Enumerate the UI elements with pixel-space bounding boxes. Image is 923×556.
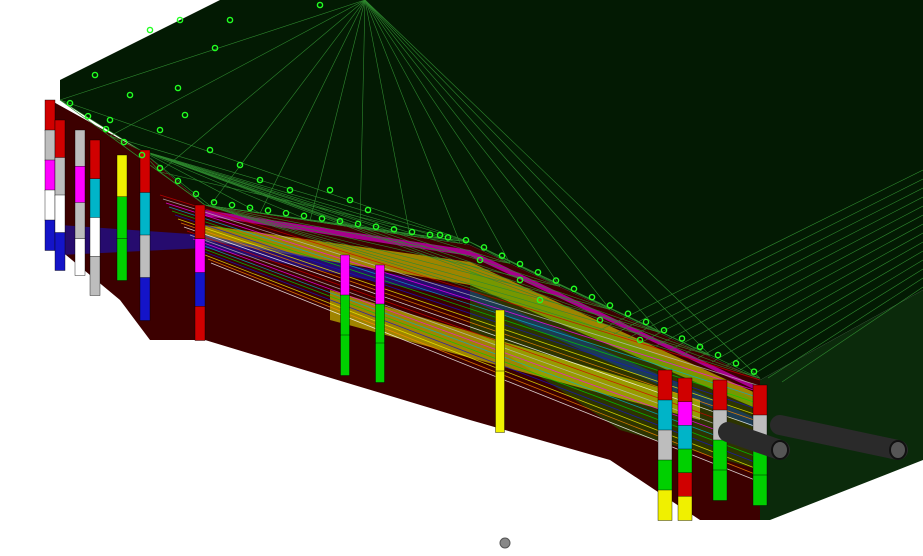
borehole-segment	[74, 202, 86, 240]
borehole-segment	[677, 425, 693, 450]
survey-marker	[146, 26, 154, 34]
borehole-segment	[89, 256, 101, 296]
borehole-segment	[657, 369, 673, 401]
borehole-segment	[495, 309, 505, 372]
borehole-segment	[54, 157, 66, 196]
borehole-segment	[44, 219, 56, 251]
borehole-segment	[657, 429, 673, 461]
borehole-segment	[54, 232, 66, 271]
borehole-segment	[44, 129, 56, 161]
borehole-segment	[712, 469, 728, 501]
geological-model-scene[interactable]	[0, 0, 923, 556]
borehole-segment	[657, 489, 673, 521]
borehole-segment	[74, 166, 86, 204]
rotation-pivot-marker[interactable]	[499, 537, 511, 549]
pipe-end-lower	[771, 440, 789, 460]
borehole-segment	[139, 277, 151, 321]
borehole-segment	[712, 379, 728, 411]
borehole-segment	[89, 217, 101, 257]
borehole-segment	[677, 377, 693, 403]
borehole-segment	[677, 472, 693, 498]
borehole-segment	[657, 399, 673, 431]
borehole-segment	[752, 384, 768, 416]
borehole-segment	[194, 204, 206, 240]
borehole-segment	[657, 459, 673, 491]
borehole-segment	[44, 189, 56, 221]
borehole-segment	[340, 334, 350, 376]
pipe-end-upper	[889, 440, 907, 460]
borehole-segment	[139, 149, 151, 194]
borehole-segment	[677, 496, 693, 521]
borehole-segment	[375, 303, 385, 344]
borehole-segment	[752, 474, 768, 506]
borehole-segment	[375, 264, 385, 305]
borehole-segment	[139, 192, 151, 236]
borehole-segment	[340, 254, 350, 296]
borehole-segment	[116, 238, 128, 281]
borehole-segment	[89, 178, 101, 219]
borehole-segment	[54, 194, 66, 234]
borehole-segment	[194, 306, 206, 341]
borehole-segment	[54, 119, 66, 159]
borehole-segment	[116, 154, 128, 198]
borehole-segment	[375, 342, 385, 383]
borehole-segment	[677, 401, 693, 427]
borehole-segment	[116, 196, 128, 240]
borehole-segment	[44, 159, 56, 191]
borehole-segment	[74, 129, 86, 167]
borehole-segment	[139, 234, 151, 279]
borehole-segment	[194, 272, 206, 307]
borehole-segment	[712, 439, 728, 471]
3d-viewport[interactable]	[0, 0, 923, 556]
borehole-segment	[677, 448, 693, 474]
borehole-segment	[495, 370, 505, 433]
borehole-segment	[44, 99, 56, 131]
borehole-segment	[89, 139, 101, 180]
borehole-segment	[74, 238, 86, 276]
borehole-segment	[194, 238, 206, 274]
borehole-segment	[340, 294, 350, 336]
